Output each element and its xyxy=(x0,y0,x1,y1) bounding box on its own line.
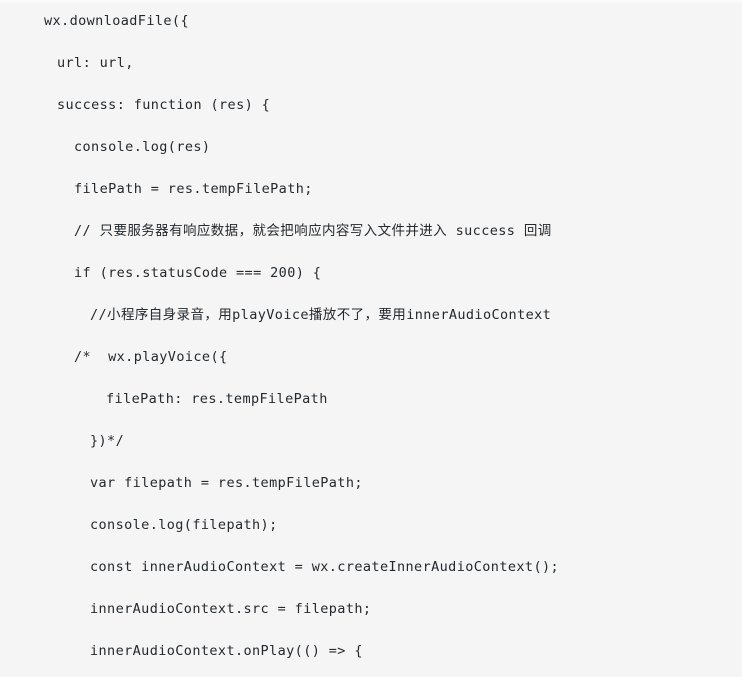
code-line-text: success: function (res) { xyxy=(57,97,271,113)
code-line-text: innerAudioContext.src = filepath; xyxy=(90,601,372,617)
code-line-text: /* wx.playVoice({ xyxy=(74,349,228,365)
code-line: filePath: res.tempFilePath xyxy=(0,378,742,420)
code-line-text: filePath = res.tempFilePath; xyxy=(74,181,313,197)
code-block[interactable]: wx.downloadFile({ url: url, success: funct… xyxy=(0,0,742,677)
code-line: url: url, xyxy=(0,42,742,84)
code-line-text: var filepath = res.tempFilePath; xyxy=(90,475,363,491)
code-line: const innerAudioContext = wx.createInner… xyxy=(0,546,742,588)
code-line: var filepath = res.tempFilePath; xyxy=(0,462,742,504)
code-line: if (res.statusCode === 200) { xyxy=(0,252,742,294)
code-line-text: if (res.statusCode === 200) { xyxy=(74,265,322,281)
code-line: success: function (res) { xyxy=(0,84,742,126)
code-line-text: url: url, xyxy=(57,55,134,71)
code-line-text: const innerAudioContext = wx.createInner… xyxy=(90,559,560,575)
code-line: filePath = res.tempFilePath; xyxy=(0,168,742,210)
code-line-text: console.log(filepath); xyxy=(90,517,278,533)
code-line: // 只要服务器有响应数据，就会把响应内容写入文件并进入 success 回调 xyxy=(0,210,742,252)
code-line: innerAudioContext.src = filepath; xyxy=(0,588,742,630)
code-line-text: wx.downloadFile({ xyxy=(44,13,189,29)
code-line: console.log(filepath); xyxy=(0,504,742,546)
code-line-text: innerAudioContext.onPlay(() => { xyxy=(90,643,363,659)
code-line-text: // 只要服务器有响应数据，就会把响应内容写入文件并进入 success 回调 xyxy=(74,223,552,239)
code-line-text: filePath: res.tempFilePath xyxy=(106,391,328,407)
code-line-text: })*/ xyxy=(90,433,125,449)
code-line: /* wx.playVoice({ xyxy=(0,336,742,378)
code-line-text: console.log(res) xyxy=(74,139,211,155)
code-line: innerAudioContext.onPlay(() => { xyxy=(0,630,742,672)
code-line: //小程序自身录音，用playVoice播放不了，要用innerAudioCon… xyxy=(0,294,742,336)
code-line: console.log(res) xyxy=(0,126,742,168)
code-line-text: //小程序自身录音，用playVoice播放不了，要用innerAudioCon… xyxy=(90,307,552,323)
code-line: wx.downloadFile({ xyxy=(0,0,742,42)
code-line: })*/ xyxy=(0,420,742,462)
